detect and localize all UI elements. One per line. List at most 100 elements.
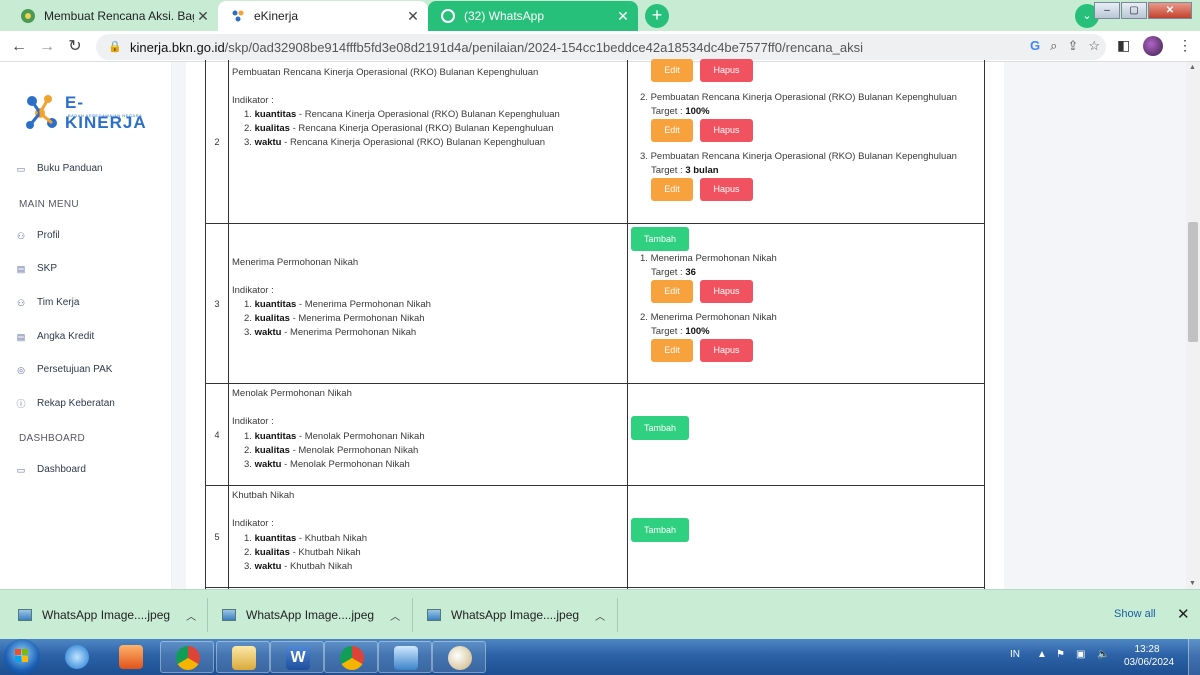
scroll-down-icon[interactable]: ▼ [1189, 580, 1196, 587]
reload-icon[interactable]: ↻ [64, 36, 86, 58]
sidebar-item-tim-kerja[interactable]: ⚇ Tim Kerja [16, 297, 79, 308]
show-hidden-icons-icon[interactable]: ▲ [1037, 649, 1047, 660]
back-icon[interactable]: ← [8, 36, 30, 58]
menu-kebab-icon[interactable]: ⋮ [1178, 37, 1192, 54]
scroll-up-icon[interactable]: ▲ [1189, 64, 1196, 71]
table-row: 5 Khutbah Nikah Indikator : 1. kuantitas… [205, 486, 985, 588]
window-controls: – ▢ ✕ [1093, 2, 1192, 19]
edit-button[interactable]: Edit [651, 339, 693, 362]
sidebar-item-profil[interactable]: ⚇ Profil [16, 230, 60, 241]
chevron-up-icon[interactable]: ︿ [390, 608, 400, 623]
indikator-label: Indikator : [232, 416, 274, 427]
table-row: 2 Pembuatan Rencana Kinerja Operasional … [205, 59, 985, 224]
taskbar-word[interactable]: W [270, 641, 324, 673]
profile-avatar[interactable] [1143, 36, 1163, 56]
volume-muted-icon[interactable]: 🔈 [1097, 649, 1109, 660]
new-tab-button[interactable]: + [645, 4, 669, 28]
system-clock[interactable]: 13:28 03/06/2024 [1124, 643, 1175, 669]
edit-button[interactable]: Edit [651, 59, 693, 82]
download-item[interactable]: WhatsApp Image....jpeg ︿ [427, 590, 605, 640]
book-icon: ▭ [16, 163, 26, 174]
google-icon[interactable]: G [1030, 38, 1040, 54]
row-actions: Tambah [628, 486, 984, 587]
hapus-button[interactable]: Hapus [700, 280, 753, 303]
sidebar-item-dashboard[interactable]: ▭ Dashboard [16, 464, 86, 475]
edit-button[interactable]: Edit [651, 119, 693, 142]
chevron-up-icon[interactable]: ︿ [186, 608, 196, 623]
chevron-up-icon[interactable]: ︿ [595, 608, 605, 623]
taskbar-chrome-2[interactable] [324, 641, 378, 673]
photo-viewer-icon [394, 646, 418, 670]
download-item[interactable]: WhatsApp Image....jpeg ︿ [222, 590, 400, 640]
share-icon[interactable]: ⇪ [1067, 38, 1078, 54]
sidebar-item-angka-kredit[interactable]: ▤ Angka Kredit [16, 331, 95, 342]
forward-icon[interactable]: → [36, 36, 58, 58]
close-icon[interactable]: ✕ [1177, 605, 1190, 623]
tab-close-icon[interactable]: ✕ [614, 8, 632, 25]
taskbar-file-explorer[interactable] [216, 641, 270, 673]
show-all-link[interactable]: Show all [1114, 608, 1156, 620]
minimize-icon[interactable]: – [1094, 2, 1120, 19]
hapus-button[interactable]: Hapus [700, 339, 753, 362]
row-description: Menerima Permohonan Nikah Indikator : 1.… [229, 224, 628, 383]
whatsapp-icon [440, 8, 456, 24]
sidebar-item-skp[interactable]: ▤ SKP [16, 263, 57, 274]
bookmark-star-icon[interactable]: ☆ [1088, 38, 1100, 54]
taskbar-internet-explorer[interactable] [50, 641, 104, 673]
user-icon: ⚇ [16, 230, 26, 241]
indikator-kualitas: 2. kualitas - Menolak Permohonan Nikah [244, 445, 419, 456]
edit-button[interactable]: Edit [651, 178, 693, 201]
tab-title: (32) WhatsApp [464, 9, 545, 23]
download-item[interactable]: WhatsApp Image....jpeg ︿ [18, 590, 196, 640]
indikator-kuantitas: 1. kuantitas - Rencana Kinerja Operasion… [244, 109, 560, 120]
row-number: 5 [206, 486, 229, 587]
tab-ekinerja[interactable]: eKinerja ✕ [218, 1, 428, 31]
sidebar-item-buku-panduan[interactable]: ▭ Buku Panduan [16, 163, 103, 174]
edit-button[interactable]: Edit [651, 280, 693, 303]
row-actions: Tambah [628, 384, 984, 485]
tambah-button[interactable]: Tambah [631, 227, 689, 251]
tab-close-icon[interactable]: ✕ [404, 8, 422, 25]
taskbar-media-player[interactable] [104, 641, 158, 673]
rhk-title: Menerima Permohonan Nikah [232, 257, 359, 268]
image-file-icon [18, 609, 32, 621]
divider [207, 598, 208, 632]
hapus-button[interactable]: Hapus [700, 178, 753, 201]
tambah-button[interactable]: Tambah [631, 518, 689, 542]
tab-rencana-aksi[interactable]: Membuat Rencana Aksi. Bagian I ✕ [8, 1, 218, 31]
tab-close-icon[interactable]: ✕ [194, 8, 212, 25]
sidepanel-icon[interactable]: ◧ [1117, 37, 1130, 54]
rencana-aksi-item: 2. Pembuatan Rencana Kinerja Operasional… [640, 92, 957, 103]
indikator-kuantitas: 1. kuantitas - Khutbah Nikah [244, 533, 368, 544]
indikator-label: Indikator : [232, 518, 274, 529]
hapus-button[interactable]: Hapus [700, 119, 753, 142]
file-icon: ▤ [16, 331, 26, 342]
close-window-icon[interactable]: ✕ [1148, 2, 1192, 19]
alert-circle-icon: ⓘ [16, 398, 26, 409]
show-desktop-button[interactable] [1188, 639, 1200, 675]
scrollbar-thumb[interactable] [1188, 222, 1198, 342]
taskbar-paint[interactable] [432, 641, 486, 673]
ekinerja-logo: E-KINERJA BADAN KEPEGAWAIAN NEGARA [22, 91, 152, 135]
tab-title: Membuat Rencana Aksi. Bagian I [44, 9, 194, 23]
zoom-icon[interactable]: ⌕ [1050, 38, 1057, 54]
maximize-icon[interactable]: ▢ [1121, 2, 1147, 19]
page-scrollbar[interactable]: ▲ ▼ [1186, 62, 1200, 589]
network-icon[interactable]: ▣ [1076, 649, 1085, 660]
taskbar-photo-viewer[interactable] [378, 641, 432, 673]
document-icon: ▤ [16, 263, 26, 274]
sidebar-item-persetujuan-pak[interactable]: ◎ Persetujuan PAK [16, 364, 112, 375]
tab-whatsapp[interactable]: (32) WhatsApp ✕ [428, 1, 638, 31]
row-description: Pembuatan Rencana Kinerja Operasional (R… [229, 60, 628, 223]
action-center-flag-icon[interactable]: ⚑ [1056, 649, 1065, 660]
hapus-button[interactable]: Hapus [700, 59, 753, 82]
sidebar-item-rekap-keberatan[interactable]: ⓘ Rekap Keberatan [16, 398, 114, 409]
taskbar-chrome[interactable] [160, 641, 214, 673]
check-circle-icon: ◎ [17, 364, 25, 375]
start-button[interactable] [4, 639, 40, 675]
indikator-waktu: 3. waktu - Khutbah Nikah [244, 561, 353, 572]
address-bar[interactable]: 🔒 kinerja.bkn.go.id/skp/0ad32908be914fff… [96, 34, 1106, 60]
language-indicator[interactable]: IN [1010, 649, 1020, 660]
tambah-button[interactable]: Tambah [631, 416, 689, 440]
clock-date: 03/06/2024 [1124, 657, 1175, 668]
